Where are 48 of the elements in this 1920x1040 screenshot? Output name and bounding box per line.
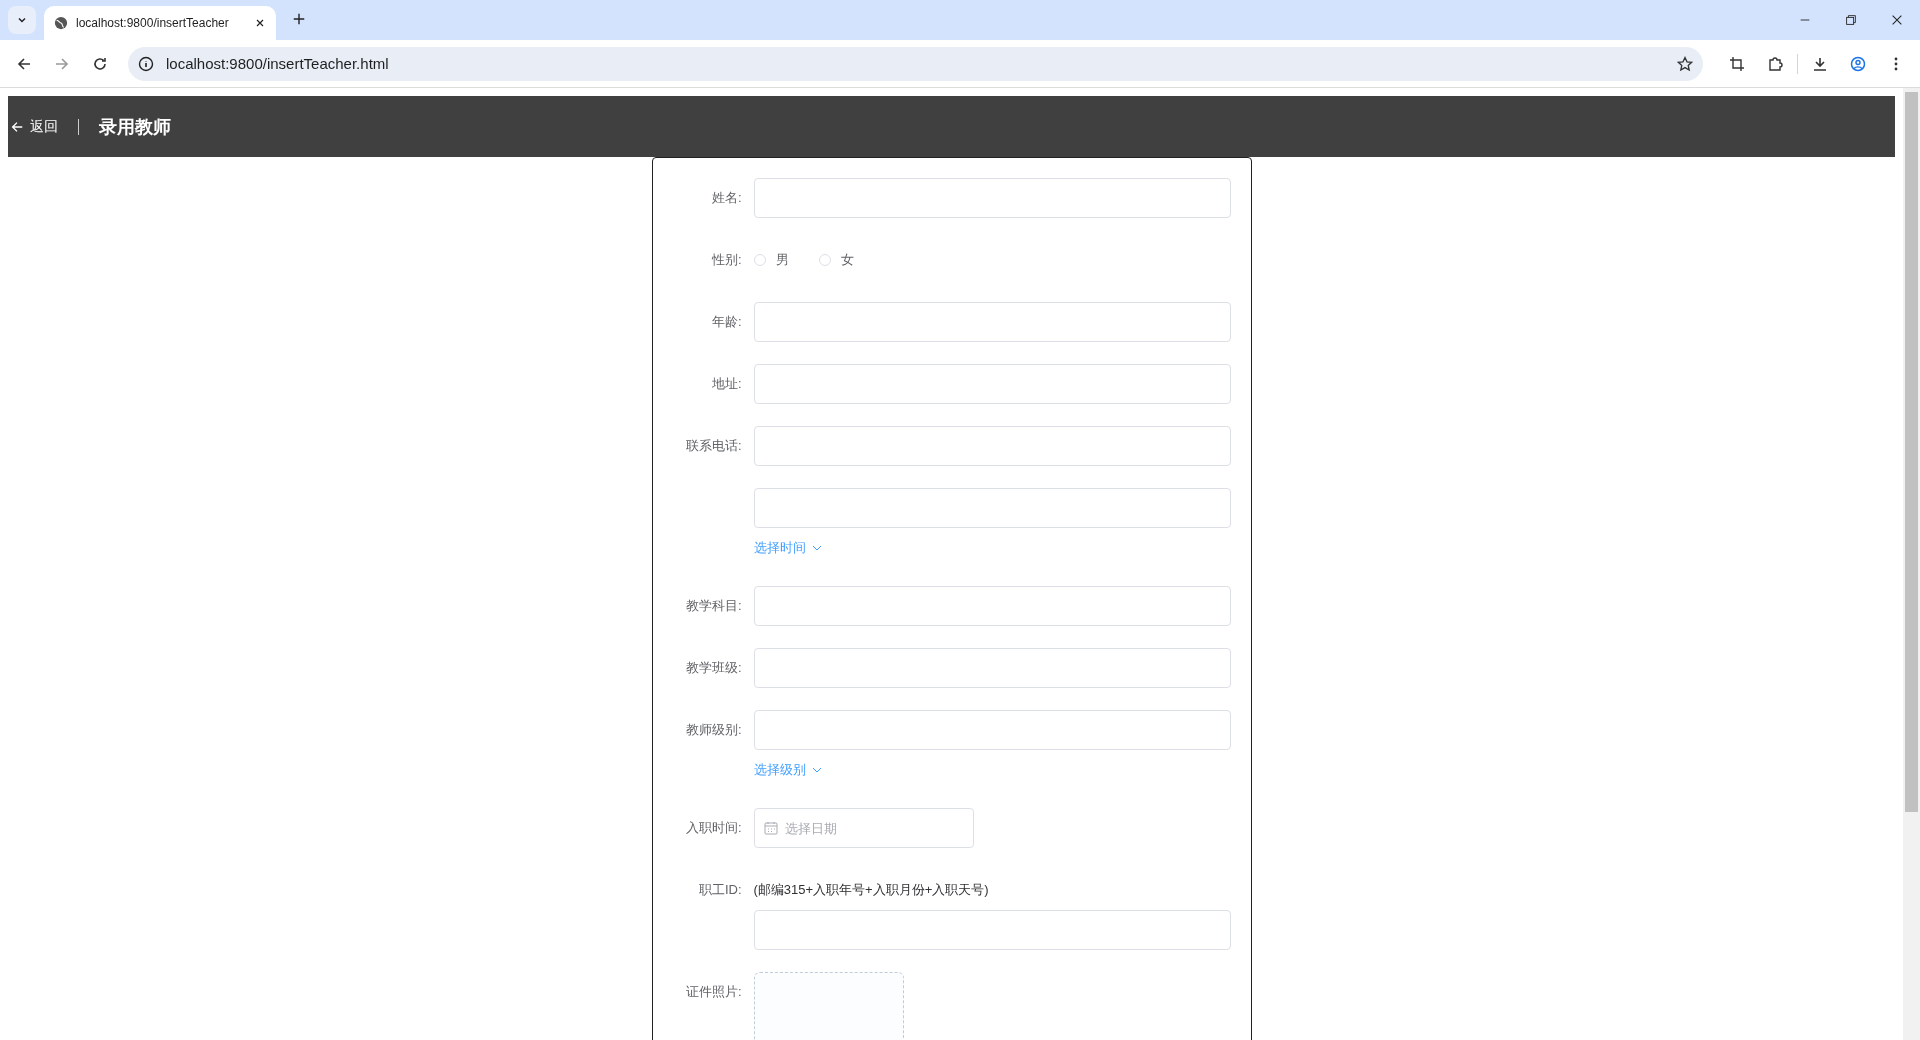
- close-icon: [1890, 13, 1904, 27]
- radio-option[interactable]: 男: [753, 251, 789, 269]
- field-label: 姓名:: [710, 189, 743, 207]
- info-icon: [138, 55, 154, 72]
- field-label: 入职时间:: [684, 819, 743, 837]
- puzzle-icon: [1767, 55, 1783, 72]
- download-icon: [1812, 55, 1828, 72]
- field-label: 职工ID:: [697, 881, 743, 899]
- chevron-down-icon: [811, 767, 822, 773]
- arrow-right-icon: [54, 55, 70, 72]
- close-icon: [254, 17, 266, 29]
- plus-icon: [292, 12, 306, 26]
- field-label: 地址:: [710, 375, 743, 393]
- text-field[interactable]: [753, 364, 1231, 404]
- text-field[interactable]: [753, 488, 1231, 528]
- text-field[interactable]: [753, 178, 1231, 218]
- browser-tab[interactable]: localhost:9800/insertTeacher: [44, 6, 276, 40]
- field-label: 性别:: [710, 251, 743, 269]
- field-label: 教学科目:: [684, 597, 743, 615]
- text-field[interactable]: [753, 648, 1231, 688]
- crop-icon: [1729, 55, 1745, 72]
- page-title: 录用教师: [99, 115, 171, 139]
- text-field[interactable]: [753, 302, 1231, 342]
- scrollbar[interactable]: [1903, 88, 1920, 1040]
- arrow-left-icon: [10, 119, 24, 134]
- field-label: 年龄:: [710, 313, 743, 331]
- field-hint: (邮编315+入职年号+入职月份+入职天号): [753, 881, 990, 899]
- field-label: 证件照片:: [684, 983, 743, 1001]
- radio-option[interactable]: 女: [818, 251, 854, 269]
- tab-list-button[interactable]: [8, 6, 36, 34]
- profile-icon: [1850, 55, 1866, 72]
- field-label: 联系电话:: [684, 437, 743, 455]
- star-icon: [1677, 55, 1693, 72]
- field-label: 教师级别:: [684, 721, 743, 739]
- arrow-left-icon: [16, 55, 32, 72]
- text-field[interactable]: [753, 710, 1231, 750]
- calendar-icon: [763, 821, 778, 835]
- chevron-down-icon: [811, 545, 822, 551]
- globe-icon: [54, 16, 68, 30]
- address-bar[interactable]: localhost:9800/insertTeacher.html: [128, 46, 1703, 81]
- field-label: 教学班级:: [684, 659, 743, 677]
- restore-icon: [1844, 13, 1858, 27]
- reload-icon: [92, 55, 108, 72]
- text-field[interactable]: [753, 910, 1231, 950]
- text-field[interactable]: [753, 426, 1231, 466]
- date-field[interactable]: 选择日期: [753, 808, 974, 848]
- back-link[interactable]: 返回: [10, 117, 58, 136]
- text-field[interactable]: [753, 586, 1231, 626]
